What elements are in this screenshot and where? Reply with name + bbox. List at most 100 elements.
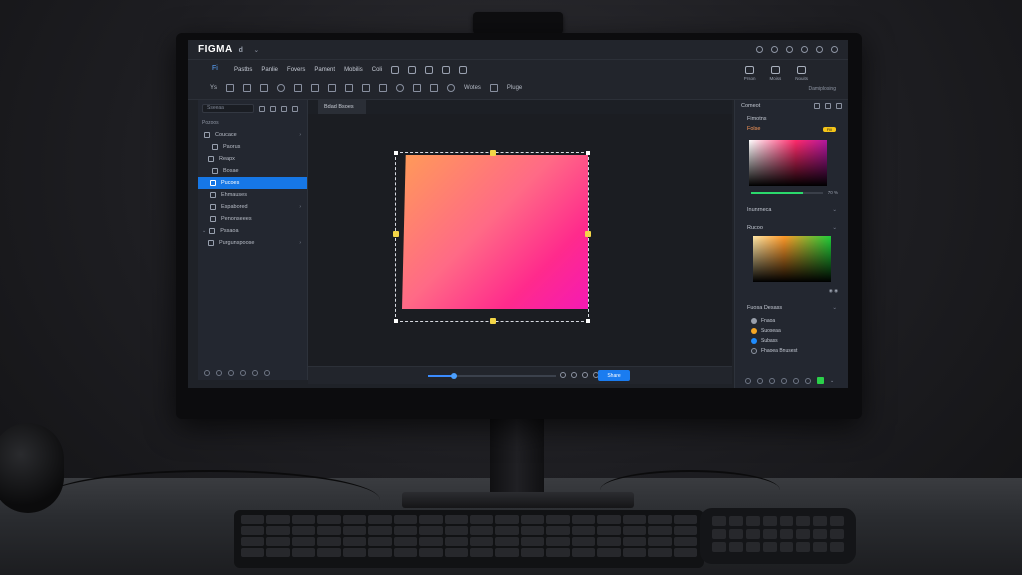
expand-icon[interactable] [836,103,842,109]
chevron-down-icon[interactable]: ⌄ [253,46,259,54]
color-picker-area-2[interactable] [753,236,831,282]
menu-item[interactable]: Pament [314,67,335,73]
section-header[interactable]: Inunrneca ⌄ [735,204,848,216]
layout-tool-icon[interactable] [328,84,337,92]
selection-box[interactable] [393,150,591,324]
layer-item[interactable]: Penonseees [198,213,307,225]
zoom-slider[interactable] [428,373,556,379]
plugin-icon[interactable] [805,377,811,384]
corner-handle[interactable] [394,319,398,323]
menu-item[interactable]: Coli [372,67,382,73]
align-tool-icon[interactable] [260,84,269,92]
corner-handle[interactable] [394,151,398,155]
resize-handle[interactable] [490,318,496,324]
copy-icon[interactable] [769,377,775,384]
grid-tool-icon[interactable] [345,84,354,92]
layer-item[interactable]: Ehmauses [198,189,307,201]
history-icon[interactable] [228,370,234,376]
mask-icon[interactable] [396,84,405,92]
grid-icon[interactable] [442,66,451,74]
profile-icon[interactable] [816,46,823,53]
share-button[interactable]: Share [598,370,630,381]
eye-icon[interactable] [745,377,751,384]
fill-section-header[interactable]: Fimotns [735,112,848,125]
plugin-icon[interactable] [459,66,468,74]
notification-icon[interactable] [771,46,778,53]
link-icon[interactable] [825,103,831,109]
pencil-tool-icon[interactable] [294,84,303,92]
corner-handle[interactable] [586,319,590,323]
folder-icon[interactable] [425,66,434,74]
canvas[interactable] [308,114,732,366]
section-header[interactable]: Fuosa Desass ⌄ [735,302,848,314]
help-icon[interactable] [801,46,808,53]
user-icon[interactable] [252,370,258,376]
layer-item-selected[interactable]: Pucoes [198,177,307,189]
document-tab[interactable]: Bdad Bsoes [318,100,366,114]
frame-tool-icon[interactable] [226,84,235,92]
color-swatch[interactable] [817,377,824,384]
share-icon[interactable] [786,46,793,53]
fill-icon[interactable] [413,84,422,92]
chevron-down-icon[interactable] [292,105,298,112]
home-tool[interactable]: Fi [212,65,218,72]
menu-item[interactable]: Fovers [287,67,305,73]
grid-icon[interactable] [781,377,787,384]
layer-item[interactable]: Bosae [198,165,307,177]
layer-item[interactable]: Coucace › [198,129,307,141]
comments-button[interactable]: Moiss [769,66,781,81]
gradient-rectangle[interactable] [402,155,588,309]
layer-item[interactable]: Espabored › [198,201,307,213]
more-icon[interactable] [831,46,838,53]
swatch-item[interactable]: Subass [735,336,848,346]
export-icon[interactable] [793,377,799,384]
tool-label[interactable]: Ys [210,85,217,91]
settings-icon[interactable] [756,46,763,53]
copy-icon[interactable] [814,103,820,109]
layer-item[interactable]: Paorus [198,141,307,153]
present-button[interactable]: Prson [744,66,755,81]
list-tool-icon[interactable] [362,84,371,92]
boolean-icon[interactable] [430,84,439,92]
menu-item[interactable]: Pastbs [234,67,252,73]
filter-icon[interactable] [259,105,265,112]
shape-tool-icon[interactable] [243,84,252,92]
swatch-item[interactable]: Fhaoea Bnusest [735,346,848,356]
section-header[interactable]: Rucoo ⌄ [735,222,848,234]
lock-icon[interactable] [391,66,400,74]
fill-badge[interactable]: Fill [822,126,836,132]
resize-handle[interactable] [585,231,591,237]
resize-handle[interactable] [490,150,496,156]
pen-tool-icon[interactable] [277,84,286,92]
settings-icon[interactable] [264,370,270,376]
tool-label[interactable]: Wotes [464,85,481,91]
layer-item[interactable]: Purgunspoose › [198,237,307,249]
lock-icon[interactable] [757,377,763,384]
link-icon[interactable] [270,105,276,112]
undo-icon[interactable] [204,370,210,376]
clock-icon[interactable] [571,372,577,378]
corner-handle[interactable] [586,151,590,155]
zoom-icon[interactable] [447,84,456,92]
layer-item[interactable]: Pozoos [198,117,307,129]
edit-icon[interactable] [489,84,498,92]
swatch-item[interactable]: Fnaoa [735,316,848,326]
notes-button[interactable]: Nouits [795,66,808,81]
color-picker-area[interactable] [749,140,827,186]
chevron-down-icon[interactable]: ⌄ [830,378,834,384]
comment-icon[interactable] [240,370,246,376]
app-logo[interactable]: FIGMA d [198,44,243,55]
settings-icon[interactable] [281,105,287,112]
swatch-item[interactable]: Suoseaa [735,326,848,336]
layer-item[interactable]: Reapx [198,153,307,165]
zoom-slider-knob[interactable] [450,373,457,379]
info-icon[interactable] [582,372,588,378]
resize-handle[interactable] [393,231,399,237]
redo-icon[interactable] [216,370,222,376]
component-icon[interactable] [379,84,388,92]
search-input[interactable]: Sseeaa [202,104,254,113]
layer-item[interactable]: ⌄ Pssaoa [198,225,307,237]
record-icon[interactable] [560,372,566,378]
rotate-icon[interactable] [408,66,417,74]
menu-item[interactable]: Panlie [261,67,278,73]
